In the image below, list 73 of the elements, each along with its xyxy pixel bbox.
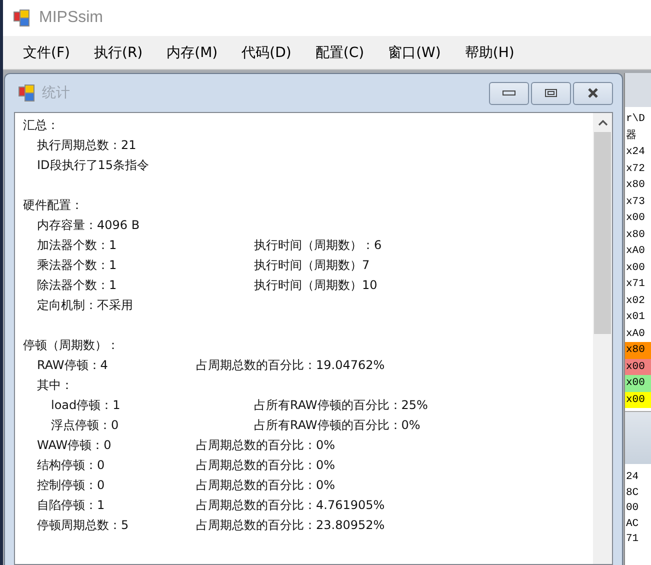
menu-item[interactable]: 窗口(W) <box>380 40 449 64</box>
menu-item[interactable]: 配置(C) <box>307 40 372 64</box>
stat-note: 占周期总数的百分比：0% <box>196 437 336 454</box>
menu-item[interactable]: 执行(R) <box>86 40 151 64</box>
register-value: x72 <box>625 162 646 176</box>
register-value: r\D <box>625 112 646 127</box>
register-value: x80 <box>625 342 651 358</box>
stat-note: 占周期总数的百分比：19.04762% <box>196 357 385 374</box>
stat-label: 定向机制：不采用 <box>37 296 133 314</box>
scroll-up-icon[interactable] <box>598 120 608 126</box>
register-value: x80 <box>625 228 646 242</box>
register-value: 器 <box>625 128 638 144</box>
stat-note: 占周期总数的百分比：0% <box>196 457 336 474</box>
stat-label: 除法器个数：1 <box>37 276 117 294</box>
register-value: 00 <box>625 501 640 516</box>
stat-label: 乘法器个数：1 <box>37 256 117 274</box>
minimize-button[interactable] <box>489 82 529 104</box>
stat-label: 其中： <box>37 376 73 394</box>
menu-item[interactable]: 代码(D) <box>234 40 300 64</box>
stat-note: 执行时间（周期数）：6 <box>254 237 382 254</box>
register-value: 24 <box>625 470 640 485</box>
register-value: x71 <box>625 277 646 292</box>
scroll-bar[interactable] <box>593 113 612 564</box>
stat-label: WAW停顿：0 <box>37 436 112 454</box>
section-heading: 硬件配置： <box>23 196 83 214</box>
stat-note: 占所有RAW停顿的百分比：0% <box>254 417 420 434</box>
register-value: x00 <box>625 375 651 392</box>
stat-label: 结构停顿：0 <box>37 456 105 474</box>
register-value: x24 <box>625 145 646 160</box>
register-value: xA0 <box>625 326 646 342</box>
section-heading: 汇总： <box>23 116 59 134</box>
register-value: 71 <box>625 532 640 547</box>
stat-note: 执行时间（周期数）7 <box>254 257 370 274</box>
window-title: MIPSsim <box>39 9 103 27</box>
register-value: x00 <box>625 260 646 276</box>
stat-label: 自陷停顿：1 <box>37 496 105 514</box>
stat-note: 占周期总数的百分比：0% <box>196 477 336 494</box>
register-value: x00 <box>625 211 646 226</box>
register-value: x73 <box>625 194 646 210</box>
app-icon <box>13 9 31 27</box>
stat-label: ID段执行了15条指令 <box>37 156 150 174</box>
stat-label: 浮点停顿：0 <box>51 416 119 434</box>
close-button[interactable] <box>573 82 613 104</box>
register-value: x00 <box>625 358 651 375</box>
app-icon <box>18 84 36 102</box>
stat-label: RAW停顿：4 <box>37 356 108 374</box>
stat-note: 执行时间（周期数）10 <box>254 277 378 294</box>
stat-note: 占周期总数的百分比：4.761905% <box>196 497 385 514</box>
stat-label: 加法器个数：1 <box>37 236 117 254</box>
register-value: x02 <box>625 294 646 308</box>
menu-item[interactable]: 帮助(H) <box>456 40 522 64</box>
register-value: 8C <box>625 486 640 500</box>
window-title: 统计 <box>42 84 70 102</box>
minimize-icon <box>502 89 516 97</box>
menu-item[interactable]: 内存(M) <box>158 40 226 64</box>
stat-label: 执行周期总数：21 <box>37 136 136 154</box>
register-value: AC <box>625 516 640 532</box>
scroll-thumb[interactable] <box>594 132 611 334</box>
menu-item[interactable]: 文件(F) <box>15 40 78 64</box>
section-heading: 停顿（周期数）： <box>23 336 119 354</box>
stat-note: 占所有RAW停顿的百分比：25% <box>254 397 428 414</box>
maximize-icon <box>544 88 558 98</box>
stat-label: 控制停顿：0 <box>37 476 105 494</box>
register-value: x01 <box>625 310 646 325</box>
maximize-button[interactable] <box>531 82 571 104</box>
stat-note: 占周期总数的百分比：23.80952% <box>196 517 385 534</box>
stat-label: 停顿周期总数：5 <box>37 516 129 534</box>
register-value: xA0 <box>625 244 646 259</box>
register-value: x80 <box>625 178 646 193</box>
register-value: x00 <box>625 392 651 408</box>
close-icon <box>586 88 600 98</box>
stat-label: 内存容量：4096 B <box>37 216 140 234</box>
stat-label: load停顿：1 <box>51 396 120 414</box>
